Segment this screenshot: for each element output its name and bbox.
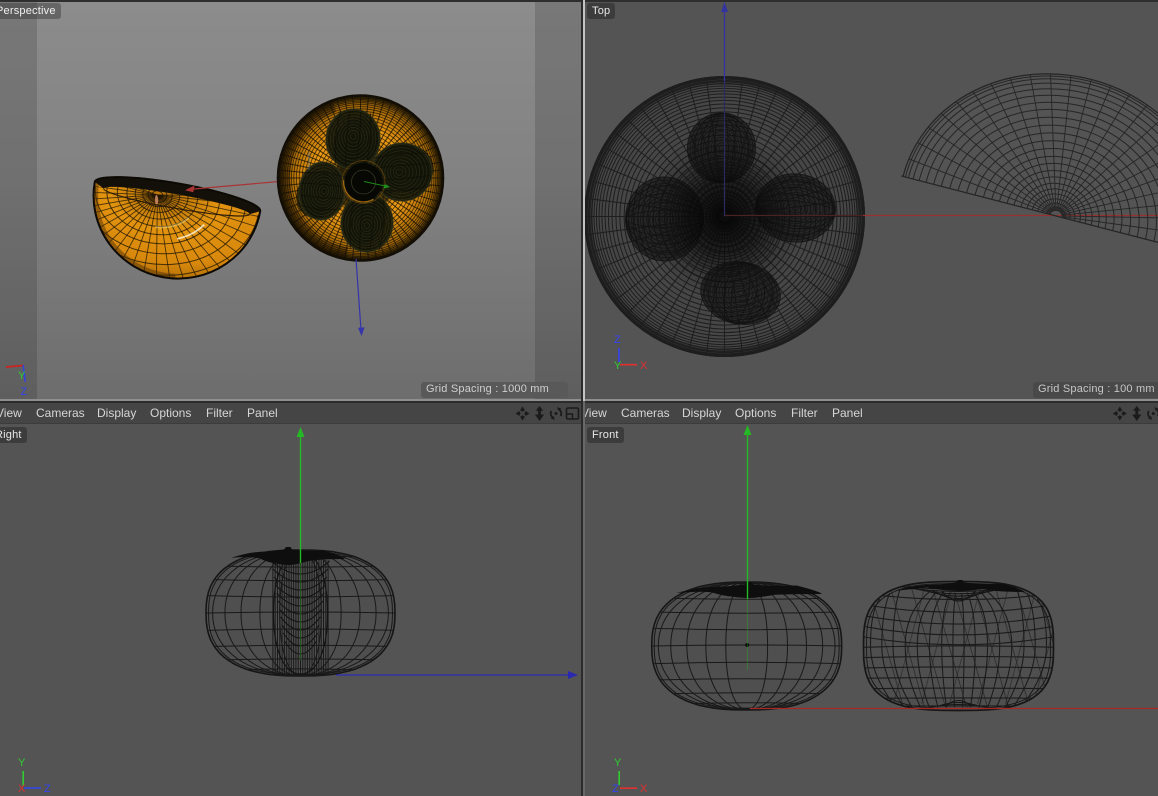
svg-text:X: X	[640, 360, 648, 372]
svg-text:Z: Z	[612, 783, 619, 795]
svg-text:Y: Y	[614, 757, 622, 769]
svg-text:Y: Y	[18, 757, 26, 769]
svg-text:Z: Z	[21, 386, 28, 398]
svg-text:Z: Z	[44, 783, 51, 795]
svg-text:Y: Y	[614, 360, 622, 372]
svg-text:Y: Y	[18, 370, 26, 382]
svg-text:X: X	[18, 783, 26, 795]
svg-text:X: X	[640, 783, 648, 795]
svg-text:Z: Z	[614, 334, 621, 346]
